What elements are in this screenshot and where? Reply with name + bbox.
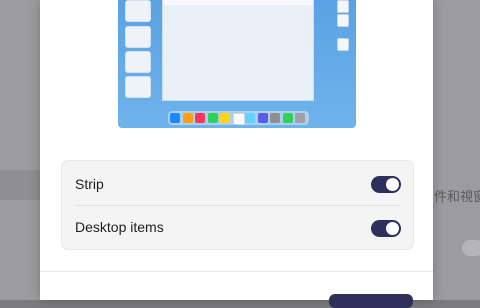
preview-strip-tile <box>125 0 151 22</box>
desktop-items-row: Desktop items <box>62 206 413 249</box>
preview-main-window <box>162 0 314 101</box>
background-toggle <box>462 240 480 256</box>
done-button[interactable] <box>329 294 413 308</box>
desktop-items-label: Desktop items <box>75 219 164 235</box>
preview-dock-icon <box>257 113 268 123</box>
preview-dock-icon <box>295 113 305 123</box>
preview-desktop-item-icon <box>337 38 349 51</box>
background-sidebar-item <box>0 170 40 200</box>
preview-strip-tile <box>125 51 151 73</box>
stage-manager-preview <box>118 0 356 128</box>
preview-desktop-item-icon <box>337 0 349 13</box>
preview-dock-icon <box>170 113 180 123</box>
preview-dock-icon <box>220 113 230 123</box>
preview-dock-icon <box>182 113 193 123</box>
strip-row: Strip <box>62 161 413 204</box>
preview-dock-icon <box>282 113 293 123</box>
preview-dock-icon <box>207 113 218 123</box>
settings-sheet: Strip Desktop items <box>40 0 433 308</box>
preview-desktop-item-icon <box>337 14 349 27</box>
preview-dock-icon <box>232 113 245 125</box>
strip-label: Strip <box>75 176 104 192</box>
preview-dock-icon <box>270 113 280 123</box>
preview-dock-icon <box>195 113 205 123</box>
toggle-knob <box>386 178 399 191</box>
preview-window-bar <box>163 0 313 5</box>
preview-dock-icon <box>245 113 255 123</box>
desktop-items-toggle[interactable] <box>371 220 401 237</box>
strip-toggle[interactable] <box>371 176 401 193</box>
background-label: 件和視窗 <box>434 189 480 204</box>
preview-strip-tile <box>125 76 151 98</box>
preview-strip-tile <box>125 26 151 48</box>
toggle-knob <box>386 222 399 235</box>
settings-group: Strip Desktop items <box>61 160 414 250</box>
footer-divider <box>40 271 433 272</box>
preview-dock <box>168 111 309 125</box>
